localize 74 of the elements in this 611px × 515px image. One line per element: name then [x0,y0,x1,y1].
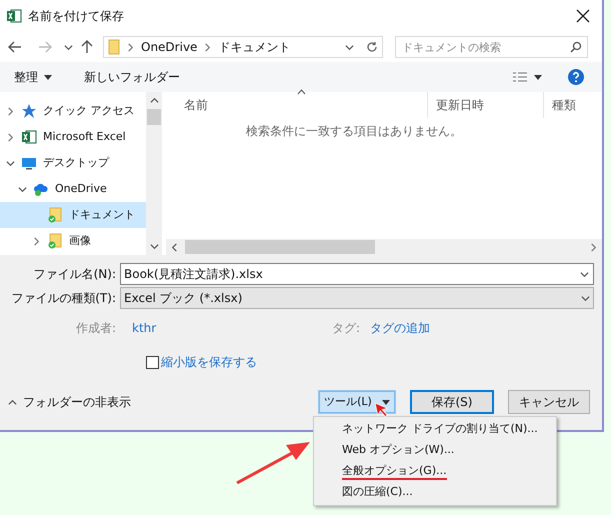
monitor-icon [21,155,37,171]
column-header[interactable]: 種類 [544,92,602,118]
breadcrumb-item[interactable]: OneDrive [141,38,198,56]
file-type-dropdown[interactable]: Excel ブック (*.xlsx) [120,287,594,309]
chevron-down-icon [581,294,590,302]
cloud-icon [33,181,49,197]
menu-item[interactable]: 図の圧縮(C)... [314,482,556,503]
nav-label: ドキュメント [69,206,135,223]
author-label: 作成者: [74,320,116,337]
menu-item[interactable]: ネットワーク ドライブの割り当て(N)... [314,419,556,440]
menu-item[interactable]: 全般オプション(G)... [314,461,556,482]
chevron-right-icon [589,242,598,252]
chevron-down-icon [580,270,589,279]
nav-item[interactable]: ドキュメント [0,202,146,228]
thumbnail-checkbox[interactable] [146,356,159,368]
file-name-field[interactable]: Book(見積注文請求).xlsx [120,263,594,285]
scrollbar-thumb[interactable] [185,240,375,254]
nav-label: Microsoft Excel [43,128,126,145]
refresh-icon[interactable] [366,41,378,53]
tags-label: タグ: [332,320,360,337]
up-arrow-icon[interactable] [81,40,93,54]
add-tag-link[interactable]: タグの追加 [370,319,430,337]
column-header[interactable]: 更新日時 [428,92,544,118]
scrollbar-thumb[interactable] [147,109,161,125]
address-bar[interactable]: OneDrive ドキュメント [103,36,383,58]
chevron-down-icon [64,42,73,52]
column-header[interactable]: 名前 [166,92,428,118]
folder-icon [47,233,63,249]
chevron-left-icon [170,242,179,252]
folder-icon [108,39,120,55]
spreadsheet-icon [21,129,37,145]
dialog-button[interactable]: キャンセル [508,390,590,414]
tools-menu-button[interactable]: ツール(L) [318,390,396,414]
nav-item[interactable]: デスクトップ [0,150,146,176]
author-link[interactable]: kthr [132,319,332,337]
breadcrumb-item[interactable]: ドキュメント [218,38,290,56]
mouse-cursor-icon [374,402,389,417]
dialog-button[interactable]: 保存(S) [410,390,494,414]
nav-item[interactable]: 画像 [0,228,146,254]
chevron-down-icon [345,42,354,52]
scrollbar[interactable] [146,92,162,255]
back-arrow-icon[interactable] [8,41,22,53]
help-icon[interactable] [568,69,584,85]
folder-icon [47,207,63,223]
close-icon[interactable] [576,9,590,23]
search-field[interactable]: ドキュメントの検索 [395,36,588,58]
caret-icon [382,400,390,404]
search-icon [570,41,582,53]
chevron-up-icon [8,398,17,406]
nav-item[interactable]: クイック アクセス [0,98,146,124]
hide-folders-toggle[interactable]: フォルダーの非表示 [23,393,318,411]
caret-icon [44,74,52,80]
spreadsheet-icon [6,8,22,24]
empty-message: 検索条件に一致する項目はありません。 [246,123,462,140]
nav-label: 画像 [69,232,91,249]
chevron-right-icon [203,42,212,52]
nav-label: デスクトップ [43,154,109,171]
organize-button[interactable]: 整理 [14,68,52,86]
nav-item[interactable]: OneDrive [0,176,146,202]
nav-label: OneDrive [55,180,107,197]
chevron-down-icon [150,242,158,251]
menu-item[interactable]: Web オプション(W)... [314,440,556,461]
nav-label: クイック アクセス [43,102,134,119]
nav-item[interactable]: Microsoft Excel [0,124,146,150]
view-options-icon[interactable] [512,71,542,83]
thumbnail-label: 縮小版を保存する [161,354,257,371]
file-name-label: ファイル名(N): [32,266,116,283]
chevron-up-icon [150,96,158,105]
file-type-label: ファイルの種類(T): [10,290,116,307]
chevron-right-icon [126,42,135,52]
new-folder-button[interactable]: 新しいフォルダー [84,68,180,86]
horizontal-scrollbar[interactable] [166,239,602,255]
star-icon [21,103,37,119]
window-title: 名前を付けて保存 [28,8,125,25]
